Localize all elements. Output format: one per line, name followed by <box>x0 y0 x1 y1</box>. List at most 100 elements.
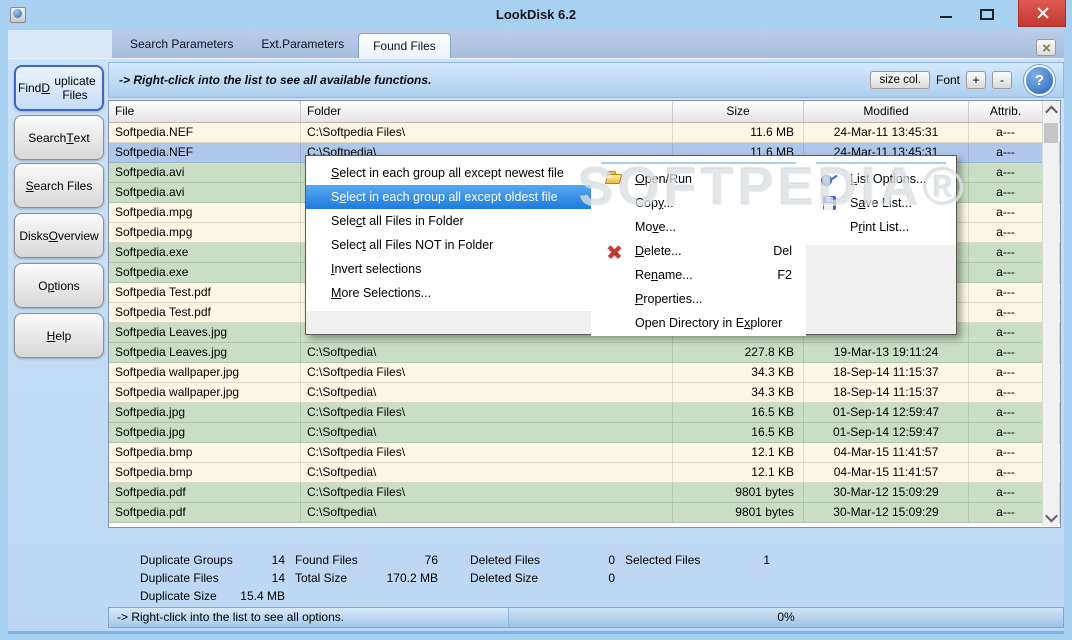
cell-attrib: a--- <box>969 243 1043 262</box>
cell-file: Softpedia.jpg <box>109 423 301 442</box>
table-row[interactable]: Softpedia wallpaper.jpgC:\Softpedia File… <box>109 363 1060 383</box>
scrollbar-down-icon[interactable] <box>1043 509 1059 526</box>
stat-value: 76 <box>338 553 438 567</box>
column-header-attrib[interactable]: Attrib. <box>969 101 1043 122</box>
close-icon[interactable] <box>1018 0 1066 27</box>
menu-item-label: Move... <box>635 220 676 234</box>
menu-item-label: Select in each group all except oldest f… <box>331 190 558 204</box>
sidebar-button-search-files[interactable]: Search Files <box>14 163 104 208</box>
selection-items: Select in each group all except newest f… <box>306 156 591 311</box>
stat-label: Selected Files <box>625 553 700 567</box>
cell-file: Softpedia Leaves.jpg <box>109 323 301 342</box>
menu-item-copy[interactable]: Copy... <box>591 191 806 215</box>
menu-item-open-run[interactable]: Open/Run <box>591 167 806 191</box>
cell-folder: C:\Softpedia Files\ <box>301 123 673 142</box>
cell-size: 227.8 KB <box>673 343 804 362</box>
table-row[interactable]: Softpedia.bmpC:\Softpedia Files\12.1 KB0… <box>109 443 1060 463</box>
table-row[interactable]: Softpedia.jpgC:\Softpedia\16.5 KB01-Sep-… <box>109 423 1060 443</box>
cell-modified: 30-Mar-12 15:09:29 <box>804 503 969 522</box>
menu-item-save-list[interactable]: Save List... <box>806 191 956 215</box>
menu-item-properties[interactable]: Properties... <box>591 287 806 311</box>
table-row[interactable]: Softpedia wallpaper.jpgC:\Softpedia\34.3… <box>109 383 1060 403</box>
tab-search-parameters[interactable]: Search Parameters <box>116 30 247 58</box>
menu-item-more-selections[interactable]: More Selections... <box>306 281 591 305</box>
sidebar-button-find-duplicate-files[interactable]: Find Duplicate Files <box>14 65 104 111</box>
blank-icon <box>605 291 625 307</box>
cell-attrib: a--- <box>969 303 1043 322</box>
panel-close-icon[interactable] <box>1036 39 1056 56</box>
menu-item-open-directory-in-explorer[interactable]: Open Directory in Explorer <box>591 311 806 335</box>
menu-item-select-all-files-not-in-folder[interactable]: Select all Files NOT in Folder <box>306 233 591 257</box>
menu-item-rename[interactable]: Rename...F2 <box>591 263 806 287</box>
column-header-folder[interactable]: Folder <box>301 101 673 122</box>
cell-file: Softpedia.mpg <box>109 203 301 222</box>
help-button[interactable]: ? <box>1024 65 1055 96</box>
cell-folder: C:\Softpedia\ <box>301 383 673 402</box>
menu-item-label: Delete... <box>635 244 682 258</box>
status-hint: -> Right-click into the list to see all … <box>109 608 509 627</box>
window-bottom-edge <box>8 631 1064 634</box>
blank-icon <box>605 267 625 283</box>
cell-folder: C:\Softpedia Files\ <box>301 403 673 422</box>
context-menu-selection-column: Select in each group all except newest f… <box>306 156 591 334</box>
cell-file: Softpedia.avi <box>109 183 301 202</box>
menu-item-list-options[interactable]: List Options... <box>806 167 956 191</box>
font-increase-button[interactable]: + <box>966 71 986 89</box>
cell-file: Softpedia wallpaper.jpg <box>109 383 301 402</box>
size-col-button[interactable]: size col. <box>870 71 930 89</box>
application-window: LookDisk 6.2 Search ParametersExt.Parame… <box>0 0 1072 640</box>
scrollbar-thumb[interactable] <box>1044 123 1058 143</box>
sidebar-button-search-text[interactable]: Search Text <box>14 115 104 160</box>
menu-item-move[interactable]: Move... <box>591 215 806 239</box>
cell-folder: C:\Softpedia\ <box>301 503 673 522</box>
file-items: Open/RunCopy... Move... Delete...DelRename… <box>591 156 806 336</box>
sidebar-button-disks-overview[interactable]: Disks Overview <box>14 213 104 258</box>
minimize-icon[interactable] <box>926 0 966 27</box>
sidebar-button-help[interactable]: Help <box>14 313 104 358</box>
tab-found-files[interactable]: Found Files <box>358 33 451 58</box>
menu-item-select-in-each-group-all-except-newest-file[interactable]: Select in each group all except newest f… <box>306 161 591 185</box>
stat-value: 14 <box>188 571 285 585</box>
menu-item-label: Select in each group all except newest f… <box>331 166 564 180</box>
cell-size: 9801 bytes <box>673 503 804 522</box>
column-header-file[interactable]: File <box>109 101 301 122</box>
font-decrease-button[interactable]: - <box>992 71 1012 89</box>
progress-bar: 0% <box>509 608 1063 627</box>
cell-folder: C:\Softpedia\ <box>301 423 673 442</box>
cell-size: 12.1 KB <box>673 443 804 462</box>
menu-item-delete[interactable]: Delete...Del <box>591 239 806 263</box>
scrollbar-up-icon[interactable] <box>1043 102 1059 119</box>
menu-separator <box>601 162 796 164</box>
menu-item-label: More Selections... <box>331 286 431 300</box>
menu-item-label: Select all Files in Folder <box>331 214 464 228</box>
sidebar-button-options[interactable]: Options <box>14 263 104 308</box>
vertical-scrollbar[interactable] <box>1042 102 1059 526</box>
cell-file: Softpedia.exe <box>109 243 301 262</box>
table-row[interactable]: Softpedia.jpgC:\Softpedia Files\16.5 KB0… <box>109 403 1060 423</box>
tab-ext-parameters[interactable]: Ext.Parameters <box>247 30 358 58</box>
title-bar: LookDisk 6.2 <box>0 0 1072 30</box>
cell-attrib: a--- <box>969 363 1043 382</box>
context-menu-file-column: Open/RunCopy... Move... Delete...DelRename… <box>591 156 806 334</box>
column-header-modified[interactable]: Modified <box>804 101 969 122</box>
menu-item-select-in-each-group-all-except-oldest-file[interactable]: Select in each group all except oldest f… <box>306 185 591 209</box>
tab-bar: Search ParametersExt.ParametersFound Fil… <box>116 30 451 58</box>
table-row[interactable]: Softpedia.NEFC:\Softpedia Files\11.6 MB2… <box>109 123 1060 143</box>
maximize-icon[interactable] <box>966 0 1006 27</box>
menu-item-print-list[interactable]: Print List... <box>806 215 956 239</box>
table-row[interactable]: Softpedia Leaves.jpgC:\Softpedia\227.8 K… <box>109 343 1060 363</box>
cell-attrib: a--- <box>969 483 1043 502</box>
table-row[interactable]: Softpedia.pdfC:\Softpedia\9801 bytes30-M… <box>109 503 1060 523</box>
cell-size: 34.3 KB <box>673 363 804 382</box>
menu-item-select-all-files-in-folder[interactable]: Select all Files in Folder <box>306 209 591 233</box>
stat-value: 170.2 MB <box>338 571 438 585</box>
delete-icon <box>605 243 625 259</box>
table-row[interactable]: Softpedia.pdfC:\Softpedia Files\9801 byt… <box>109 483 1060 503</box>
column-header-size[interactable]: Size <box>673 101 804 122</box>
cell-attrib: a--- <box>969 323 1043 342</box>
menu-item-invert-selections[interactable]: Invert selections <box>306 257 591 281</box>
context-menu: Select in each group all except newest f… <box>305 155 957 335</box>
cell-attrib: a--- <box>969 123 1043 142</box>
table-row[interactable]: Softpedia.bmpC:\Softpedia\12.1 KB04-Mar-… <box>109 463 1060 483</box>
font-label: Font <box>936 73 960 87</box>
